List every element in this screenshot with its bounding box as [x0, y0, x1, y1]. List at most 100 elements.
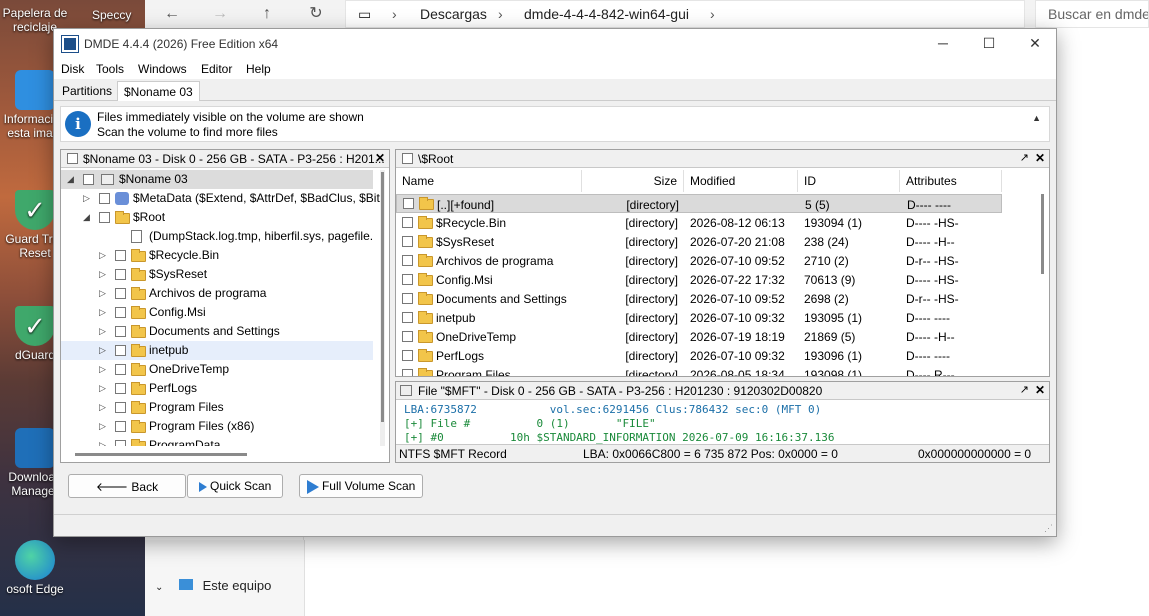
expand-triangle-icon[interactable]: ▷: [99, 269, 106, 280]
tree-node-noname-03[interactable]: ◢ $Noname 03: [61, 170, 373, 189]
expand-triangle-icon[interactable]: ▷: [99, 326, 106, 337]
list-row[interactable]: inetpub [directory] 2026-07-10 09:32 193…: [396, 308, 1002, 327]
tree-node-sysreset[interactable]: ▷ $SysReset: [61, 265, 373, 284]
expand-triangle-icon[interactable]: ▷: [99, 364, 106, 375]
row-checkbox[interactable]: [402, 293, 413, 304]
tree-node-metadata[interactable]: ▷ $MetaData ($Extend, $AttrDef, $BadClus…: [61, 189, 381, 208]
row-checkbox[interactable]: [402, 331, 413, 342]
close-button[interactable]: ✕: [1012, 29, 1058, 59]
refresh-icon[interactable]: ↻: [305, 3, 327, 25]
tree-checkbox[interactable]: [115, 345, 126, 356]
explorer-search-input[interactable]: Buscar en dmde-: [1035, 0, 1149, 28]
row-checkbox[interactable]: [402, 369, 413, 376]
popout-icon[interactable]: ↗: [1020, 151, 1029, 164]
list-row[interactable]: $Recycle.Bin [directory] 2026-08-12 06:1…: [396, 213, 1002, 232]
tree-node-inetpub[interactable]: ▷ inetpub: [61, 341, 373, 360]
column-header-size[interactable]: Size: [582, 170, 684, 192]
up-arrow-icon[interactable]: ↑: [256, 3, 278, 25]
tree-node-program-files-x86[interactable]: ▷ Program Files (x86): [61, 417, 373, 436]
expand-triangle-icon[interactable]: ▷: [99, 383, 106, 394]
list-row[interactable]: PerfLogs [directory] 2026-07-10 09:32 19…: [396, 346, 1002, 365]
list-row[interactable]: Program Files [directory] 2026-08-05 18:…: [396, 365, 1002, 376]
expand-triangle-icon[interactable]: ▷: [99, 421, 106, 432]
menu-tools[interactable]: Tools: [96, 62, 124, 76]
row-checkbox[interactable]: [402, 236, 413, 247]
desktop-icon-edge[interactable]: osoft Edge: [0, 540, 70, 596]
column-header-id[interactable]: ID: [798, 170, 900, 192]
tree-node-documents[interactable]: ▷ Documents and Settings: [61, 322, 373, 341]
list-row[interactable]: OneDriveTemp [directory] 2026-07-19 18:1…: [396, 327, 1002, 346]
tree-pane-checkbox[interactable]: [67, 153, 78, 164]
tree-view[interactable]: ◢ $Noname 03 ▷ $MetaData ($Extend, $Attr…: [61, 170, 381, 446]
menu-help[interactable]: Help: [246, 62, 271, 76]
menu-disk[interactable]: Disk: [61, 62, 84, 76]
breadcrumb-item[interactable]: Descargas: [420, 6, 487, 22]
popout-icon[interactable]: ↗: [1020, 383, 1029, 396]
tree-checkbox[interactable]: [83, 174, 94, 185]
list-row[interactable]: $SysReset [directory] 2026-07-20 21:08 2…: [396, 232, 1002, 251]
scrollbar-thumb[interactable]: [381, 172, 384, 422]
tree-checkbox[interactable]: [115, 307, 126, 318]
list-row[interactable]: [..][+found] [directory] 5 (5) D---- ---…: [396, 194, 1002, 213]
file-list[interactable]: [..][+found] [directory] 5 (5) D---- ---…: [396, 194, 1008, 376]
tree-checkbox[interactable]: [115, 364, 126, 375]
scrollbar-thumb[interactable]: [1041, 194, 1044, 274]
tree-node-onedrivetemp[interactable]: ▷ OneDriveTemp: [61, 360, 373, 379]
row-checkbox[interactable]: [402, 274, 413, 285]
collapse-icon[interactable]: ▲: [1032, 113, 1041, 123]
tree-node-root[interactable]: ◢ $Root: [61, 208, 373, 227]
horizontal-scrollbar[interactable]: [75, 453, 247, 456]
tree-node-perflogs[interactable]: ▷ PerfLogs: [61, 379, 373, 398]
tree-node-config-msi[interactable]: ▷ Config.Msi: [61, 303, 373, 322]
breadcrumb[interactable]: ▭ › Descargas › dmde-4-4-4-842-win64-gui…: [345, 0, 1025, 28]
minimize-button[interactable]: ─: [920, 29, 966, 59]
breadcrumb-item[interactable]: dmde-4-4-4-842-win64-gui: [524, 6, 689, 22]
vertical-scrollbar[interactable]: [1040, 194, 1045, 376]
close-icon[interactable]: ✕: [1035, 383, 1045, 397]
expand-triangle-icon[interactable]: ▷: [99, 250, 106, 261]
expand-triangle-icon[interactable]: ▷: [99, 345, 106, 356]
tree-checkbox[interactable]: [115, 269, 126, 280]
tree-checkbox[interactable]: [115, 440, 126, 446]
menu-windows[interactable]: Windows: [138, 62, 187, 76]
tab-partitions[interactable]: Partitions: [56, 81, 118, 101]
tree-node-programdata[interactable]: ▷ ProgramData: [61, 436, 373, 446]
maximize-button[interactable]: ☐: [966, 29, 1012, 59]
list-pane-checkbox[interactable]: [402, 153, 413, 164]
back-arrow-icon[interactable]: ←: [161, 3, 183, 25]
expand-triangle-icon[interactable]: ▷: [99, 402, 106, 413]
tree-checkbox[interactable]: [99, 193, 110, 204]
expand-triangle-icon[interactable]: ▷: [83, 193, 90, 204]
back-button[interactable]: 🡐 Back: [68, 474, 186, 498]
list-row[interactable]: Documents and Settings [directory] 2026-…: [396, 289, 1002, 308]
full-volume-scan-button[interactable]: Full Volume Scan: [299, 474, 423, 498]
nav-item-este-equipo[interactable]: ⌄ Este equipo: [155, 578, 271, 593]
desktop-icon-speccy-label[interactable]: Speccy: [92, 8, 131, 22]
tree-checkbox[interactable]: [115, 383, 126, 394]
expand-triangle-icon[interactable]: ▷: [99, 288, 106, 299]
resize-grip-icon[interactable]: ⋰: [1044, 523, 1053, 534]
menu-editor[interactable]: Editor: [201, 62, 232, 76]
tab-noname-03[interactable]: $Noname 03: [117, 81, 200, 101]
row-checkbox[interactable]: [402, 312, 413, 323]
quick-scan-button[interactable]: Quick Scan: [187, 474, 283, 498]
column-header-name[interactable]: Name: [396, 170, 582, 192]
list-row[interactable]: Config.Msi [directory] 2026-07-22 17:32 …: [396, 270, 1002, 289]
column-header-modified[interactable]: Modified: [684, 170, 798, 192]
tree-node-archivos[interactable]: ▷ Archivos de programa: [61, 284, 373, 303]
expand-triangle-icon[interactable]: ▷: [99, 440, 106, 446]
vertical-scrollbar[interactable]: [380, 170, 385, 446]
expand-triangle-icon[interactable]: ▷: [99, 307, 106, 318]
close-icon[interactable]: ✕: [1035, 151, 1045, 165]
tree-checkbox[interactable]: [99, 212, 110, 223]
tree-node-program-files[interactable]: ▷ Program Files: [61, 398, 373, 417]
tree-checkbox[interactable]: [115, 250, 126, 261]
row-checkbox[interactable]: [402, 255, 413, 266]
row-checkbox[interactable]: [402, 350, 413, 361]
list-row[interactable]: Archivos de programa [directory] 2026-07…: [396, 251, 1002, 270]
tree-node-system-files[interactable]: (DumpStack.log.tmp, hiberfil.sys, pagefi…: [61, 227, 373, 246]
forward-arrow-icon[interactable]: →: [209, 3, 231, 25]
column-header-attributes[interactable]: Attributes: [900, 170, 1002, 192]
collapse-triangle-icon[interactable]: ◢: [67, 174, 74, 185]
row-checkbox[interactable]: [403, 198, 414, 209]
